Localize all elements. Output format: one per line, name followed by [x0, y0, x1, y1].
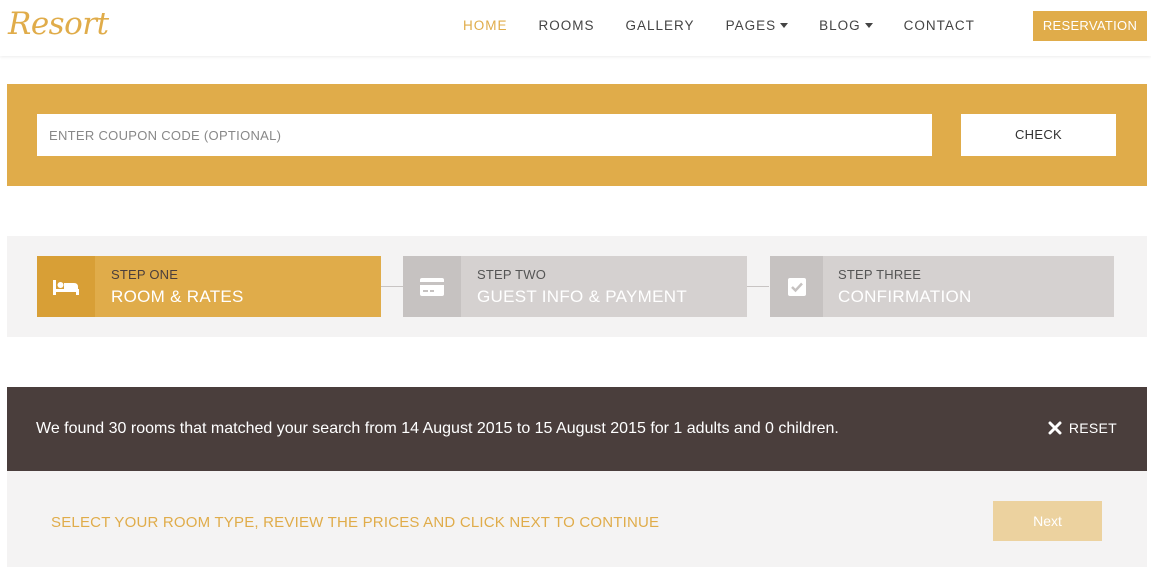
nav-item-label: GALLERY [625, 18, 695, 33]
main-nav: HOME ROOMS GALLERY PAGES BLOG CONTACT [463, 18, 1006, 33]
credit-card-icon [420, 277, 444, 296]
step-number: STEP THREE [838, 267, 922, 282]
nav-item-contact[interactable]: CONTACT [904, 18, 975, 33]
search-result-message: We found 30 rooms that matched your sear… [36, 420, 839, 437]
coupon-code-input[interactable] [37, 114, 932, 156]
close-icon [1048, 421, 1062, 435]
nav-item-home[interactable]: HOME [463, 18, 508, 33]
checkbox-icon [787, 277, 806, 296]
step-title: GUEST INFO & PAYMENT [477, 287, 688, 306]
next-button[interactable]: Next [993, 501, 1102, 541]
search-result-bar: We found 30 rooms that matched your sear… [7, 387, 1147, 471]
nav-item-pages[interactable]: PAGES [726, 18, 789, 33]
caret-down-icon [780, 22, 789, 28]
nav-item-gallery[interactable]: GALLERY [626, 18, 695, 33]
step-connector [381, 286, 403, 287]
coupon-bar: CHECK [7, 84, 1147, 186]
site-logo[interactable]: Resort [8, 6, 109, 42]
step-confirmation[interactable]: STEP THREE CONFIRMATION [770, 256, 1114, 317]
step-number: STEP ONE [111, 267, 179, 282]
step-title: ROOM & RATES [111, 287, 244, 306]
step-connector [747, 286, 769, 287]
booking-steps: STEP ONE ROOM & RATES STEP TWO GUEST INF… [7, 236, 1147, 337]
step-number: STEP TWO [477, 267, 547, 282]
nav-item-label: CONTACT [903, 18, 975, 33]
step-room-rates[interactable]: STEP ONE ROOM & RATES [37, 256, 381, 317]
step-icon-box [37, 256, 95, 317]
nav-item-blog[interactable]: BLOG [819, 18, 873, 33]
nav-item-label: BLOG [819, 18, 861, 33]
room-selection-panel: SELECT YOUR ROOM TYPE, REVIEW THE PRICES… [7, 471, 1147, 567]
reservation-button[interactable]: RESERVATION [1033, 11, 1147, 41]
site-header: Resort HOME ROOMS GALLERY PAGES BLOG CON… [0, 0, 1151, 56]
nav-item-rooms[interactable]: ROOMS [539, 18, 595, 33]
instruction-text: SELECT YOUR ROOM TYPE, REVIEW THE PRICES… [51, 514, 660, 531]
step-icon-box [403, 256, 461, 317]
step-title: CONFIRMATION [838, 287, 972, 306]
nav-item-label: PAGES [725, 18, 777, 33]
caret-down-icon [864, 22, 873, 28]
check-coupon-button[interactable]: CHECK [961, 114, 1116, 156]
step-guest-info-payment[interactable]: STEP TWO GUEST INFO & PAYMENT [403, 256, 747, 317]
bed-icon [53, 279, 79, 295]
reset-label: RESET [1068, 420, 1117, 436]
reset-button[interactable]: RESET [1048, 420, 1117, 436]
nav-item-label: HOME [463, 18, 508, 33]
step-icon-box [770, 256, 823, 317]
nav-item-label: ROOMS [538, 18, 595, 33]
